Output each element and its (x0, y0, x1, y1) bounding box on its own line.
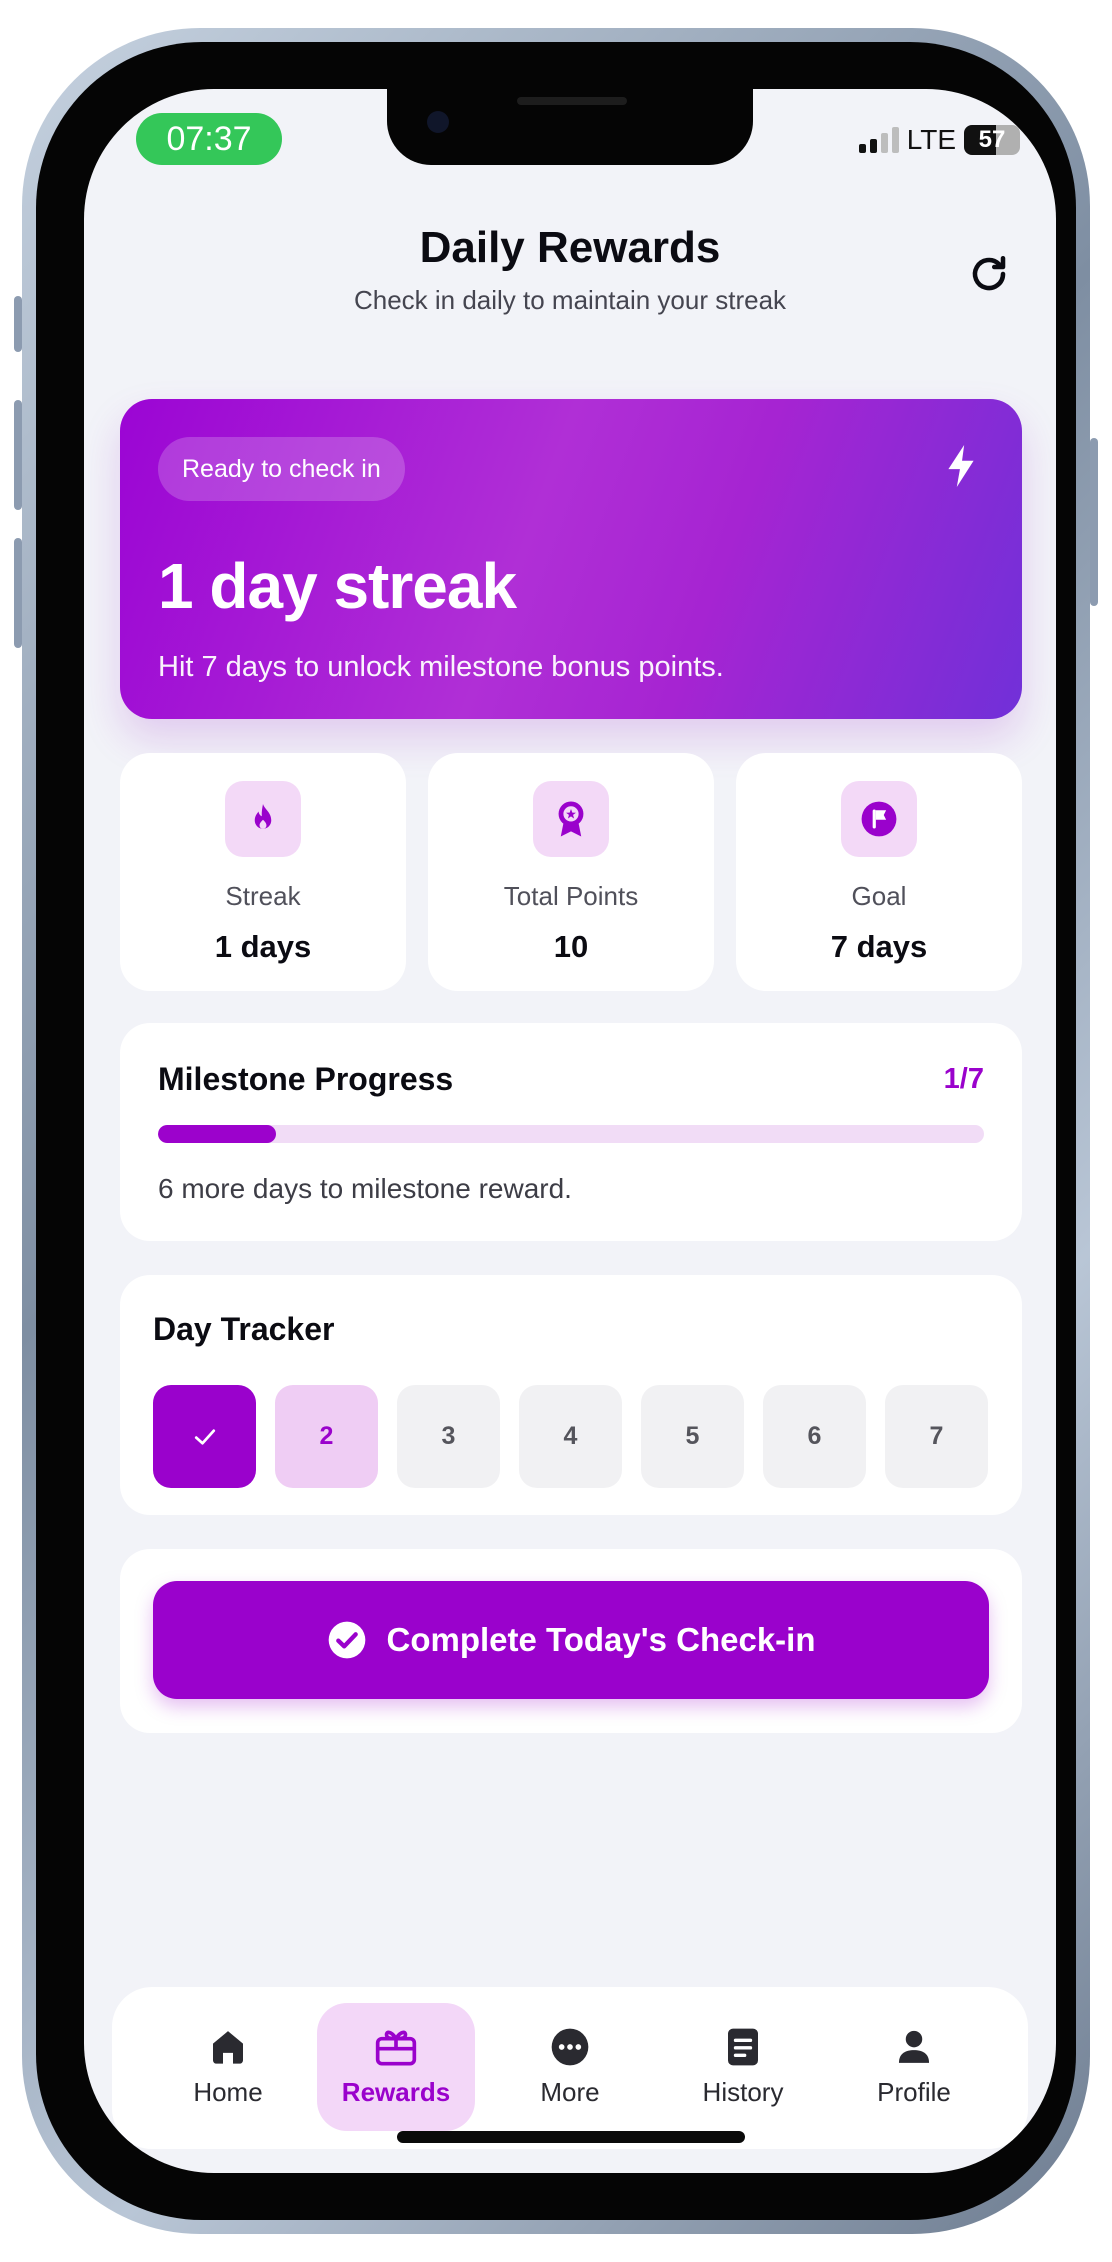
stat-value: 1 days (214, 929, 312, 964)
flame-icon (254, 804, 272, 829)
mute-switch (14, 296, 22, 352)
signal-icon (858, 127, 899, 153)
check-circle-icon (328, 1621, 365, 1659)
stat-value: 10 (553, 929, 589, 964)
gift-icon (375, 2030, 417, 2065)
camera-icon (427, 111, 449, 133)
bolt-icon (948, 445, 974, 487)
power-button (1090, 438, 1098, 606)
page-subtitle: Check in daily to maintain your streak (353, 285, 787, 315)
notch (387, 89, 753, 165)
history-icon (728, 2028, 758, 2065)
day-cell-4[interactable]: 4 (519, 1385, 622, 1488)
flag-icon (861, 801, 897, 837)
screen: 07:37 LTE 57 Daily Rewards Check in dail… (84, 89, 1056, 2173)
nav-label: Home (193, 2076, 263, 2107)
stat-label: Streak (225, 881, 301, 911)
battery-icon: 57 (964, 125, 1020, 155)
nav-label: More (540, 2076, 600, 2107)
status-time: 07:37 (136, 113, 282, 165)
stat-card-streak: Streak 1 days (120, 753, 406, 991)
milestone-note: 6 more days to milestone reward. (158, 1173, 572, 1204)
stat-value: 7 days (830, 929, 928, 964)
day-cell-2[interactable]: 2 (275, 1385, 378, 1488)
nav-label: Profile (877, 2076, 951, 2107)
nav-item-more[interactable]: More (491, 2003, 649, 2131)
stat-label: Goal (851, 881, 907, 911)
complete-checkin-button[interactable]: Complete Today's Check-in (153, 1581, 989, 1699)
check-icon (194, 1428, 215, 1445)
speaker-grille (517, 97, 627, 105)
network-label: LTE (906, 124, 956, 155)
milestone-title: Milestone Progress (158, 1061, 454, 1097)
milestone-progress-bar (158, 1125, 984, 1143)
milestone-progress-fill (158, 1125, 277, 1143)
home-icon (213, 2030, 243, 2064)
stat-card-total-points: Total Points 10 (428, 753, 714, 991)
status-indicators: LTE 57 (858, 123, 1020, 157)
complete-checkin-label: Complete Today's Check-in (386, 1621, 816, 1658)
nav-item-home[interactable]: Home (149, 2003, 307, 2131)
more-icon (551, 2028, 589, 2065)
stat-label: Total Points (503, 881, 639, 911)
milestone-count: 1/7 (943, 1063, 984, 1095)
stat-card-goal: Goal 7 days (736, 753, 1022, 991)
day-tracker-title: Day Tracker (153, 1311, 335, 1347)
phone-bezel: 07:37 LTE 57 Daily Rewards Check in dail… (36, 42, 1076, 2220)
nav-item-history[interactable]: History (664, 2003, 822, 2131)
day-tracker-row: 2 3 4 5 6 7 (153, 1385, 988, 1488)
bottom-nav: Home Rewards More History Profile (112, 1987, 1028, 2149)
day-cell-1[interactable] (153, 1385, 256, 1488)
streak-title: 1 day streak (158, 550, 517, 622)
streak-subtitle: Hit 7 days to unlock milestone bonus poi… (158, 651, 724, 683)
home-indicator[interactable] (397, 2131, 745, 2143)
volume-up-button (14, 400, 22, 510)
page-title: Daily Rewards (419, 223, 721, 272)
day-cell-5[interactable]: 5 (641, 1385, 744, 1488)
award-ribbon-icon (558, 801, 584, 837)
volume-down-button (14, 538, 22, 648)
day-cell-3[interactable]: 3 (397, 1385, 500, 1488)
nav-label: History (702, 2076, 784, 2107)
nav-item-profile[interactable]: Profile (835, 2003, 993, 2131)
checkin-action-card: Complete Today's Check-in (120, 1549, 1022, 1733)
day-tracker-card: Day Tracker 2 3 4 5 6 7 (120, 1275, 1022, 1515)
refresh-icon (972, 255, 1006, 291)
nav-item-rewards[interactable]: Rewards (317, 2003, 475, 2131)
streak-hero-card: Ready to check in 1 day streak Hit 7 day… (120, 399, 1022, 719)
profile-icon (898, 2030, 930, 2063)
checkin-status-badge: Ready to check in (158, 437, 405, 501)
day-cell-7[interactable]: 7 (885, 1385, 988, 1488)
phone-frame: 07:37 LTE 57 Daily Rewards Check in dail… (14, 28, 1098, 2234)
nav-label: Rewards (341, 2076, 451, 2107)
milestone-progress-card: Milestone Progress 1/7 6 more days to mi… (120, 1023, 1022, 1241)
refresh-button[interactable] (964, 249, 1014, 299)
day-cell-6[interactable]: 6 (763, 1385, 866, 1488)
